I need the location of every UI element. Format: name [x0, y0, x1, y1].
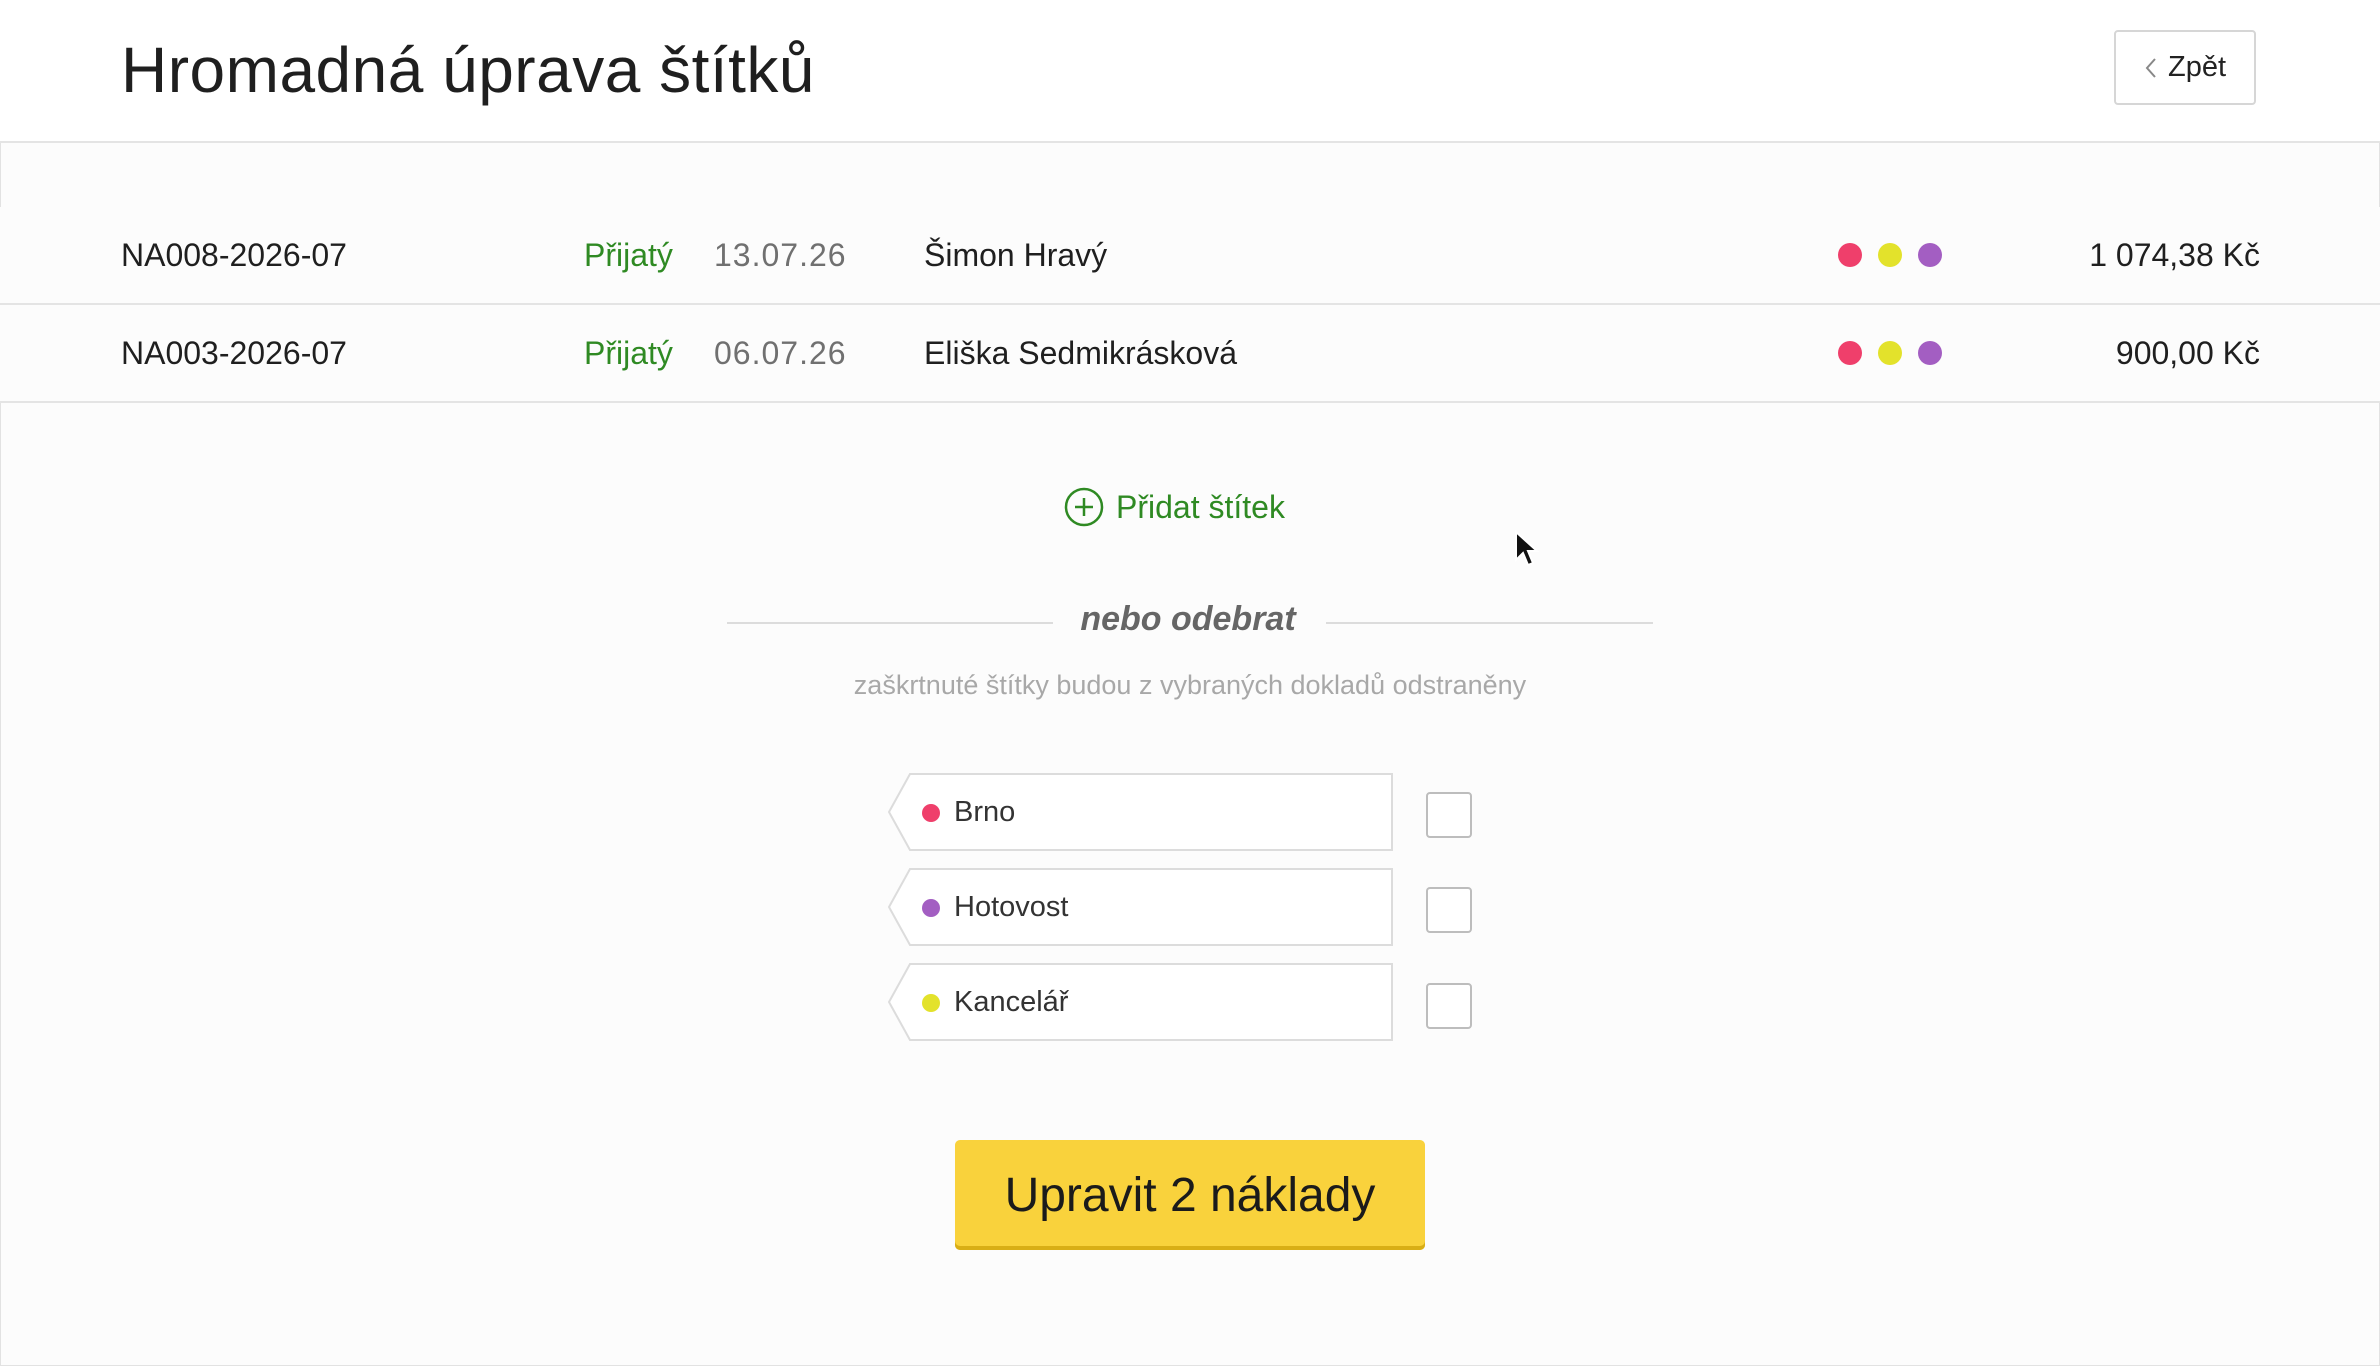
document-number: NA008-2026-07	[121, 237, 347, 273]
status-badge: Přijatý	[584, 237, 673, 273]
tag-label: Hotovost	[954, 891, 1069, 923]
tag-dots	[1838, 305, 1942, 401]
tag-dot	[1838, 341, 1862, 365]
remove-tag-checkbox-hotovost[interactable]	[1426, 887, 1472, 933]
tag-item: Kancelář	[888, 963, 1394, 1041]
back-button[interactable]: Zpět	[2114, 30, 2256, 105]
remove-section-title: nebo odebrat	[1080, 600, 1296, 638]
submit-button[interactable]: Upravit 2 náklady	[955, 1140, 1425, 1250]
tag-dot	[1878, 243, 1902, 267]
chevron-left-icon	[2145, 57, 2156, 78]
tag-dot	[1918, 243, 1942, 267]
tag-item: Hotovost	[888, 868, 1394, 946]
tag-color-dot	[922, 899, 940, 917]
back-button-label: Zpět	[2167, 51, 2227, 83]
tag-dot	[1838, 243, 1862, 267]
add-tag-label: Přidat štítek	[1116, 488, 1285, 525]
plus-circle-icon	[1064, 487, 1104, 527]
mouse-cursor-icon	[1515, 530, 1540, 567]
header: Hromadná úprava štítků Zpět	[0, 0, 2380, 143]
tag-dot	[1918, 341, 1942, 365]
table-row: NA003-2026-07 Přijatý 06.07.26 Eliška Se…	[0, 305, 2380, 403]
tag-item: Brno	[888, 773, 1394, 851]
document-number: NA003-2026-07	[121, 335, 347, 371]
divider	[1326, 622, 1653, 624]
document-amount: 1 074,38 Kč	[2089, 237, 2260, 273]
remove-tag-checkbox-kancelar[interactable]	[1426, 983, 1472, 1029]
tag-color-dot	[922, 804, 940, 822]
tag-label: Kancelář	[954, 986, 1069, 1018]
add-tag-button[interactable]: Přidat štítek	[1064, 487, 1285, 527]
status-badge: Přijatý	[584, 335, 673, 371]
remove-tag-checkbox-brno[interactable]	[1426, 792, 1472, 838]
document-amount: 900,00 Kč	[2115, 335, 2260, 371]
tag-dot	[1878, 341, 1902, 365]
page-title: Hromadná úprava štítků	[121, 34, 815, 106]
divider	[727, 622, 1053, 624]
document-date: 13.07.26	[714, 237, 847, 273]
document-date: 06.07.26	[714, 335, 847, 371]
tag-dots	[1838, 207, 1942, 303]
contact-name: Šimon Hravý	[924, 237, 1108, 273]
table-row: NA008-2026-07 Přijatý 13.07.26 Šimon Hra…	[0, 207, 2380, 305]
remove-section-hint: zaškrtnuté štítky budou z vybraných dokl…	[853, 670, 1527, 700]
tag-label: Brno	[954, 796, 1016, 828]
contact-name: Eliška Sedmikrásková	[924, 335, 1237, 371]
tag-color-dot	[922, 994, 940, 1012]
